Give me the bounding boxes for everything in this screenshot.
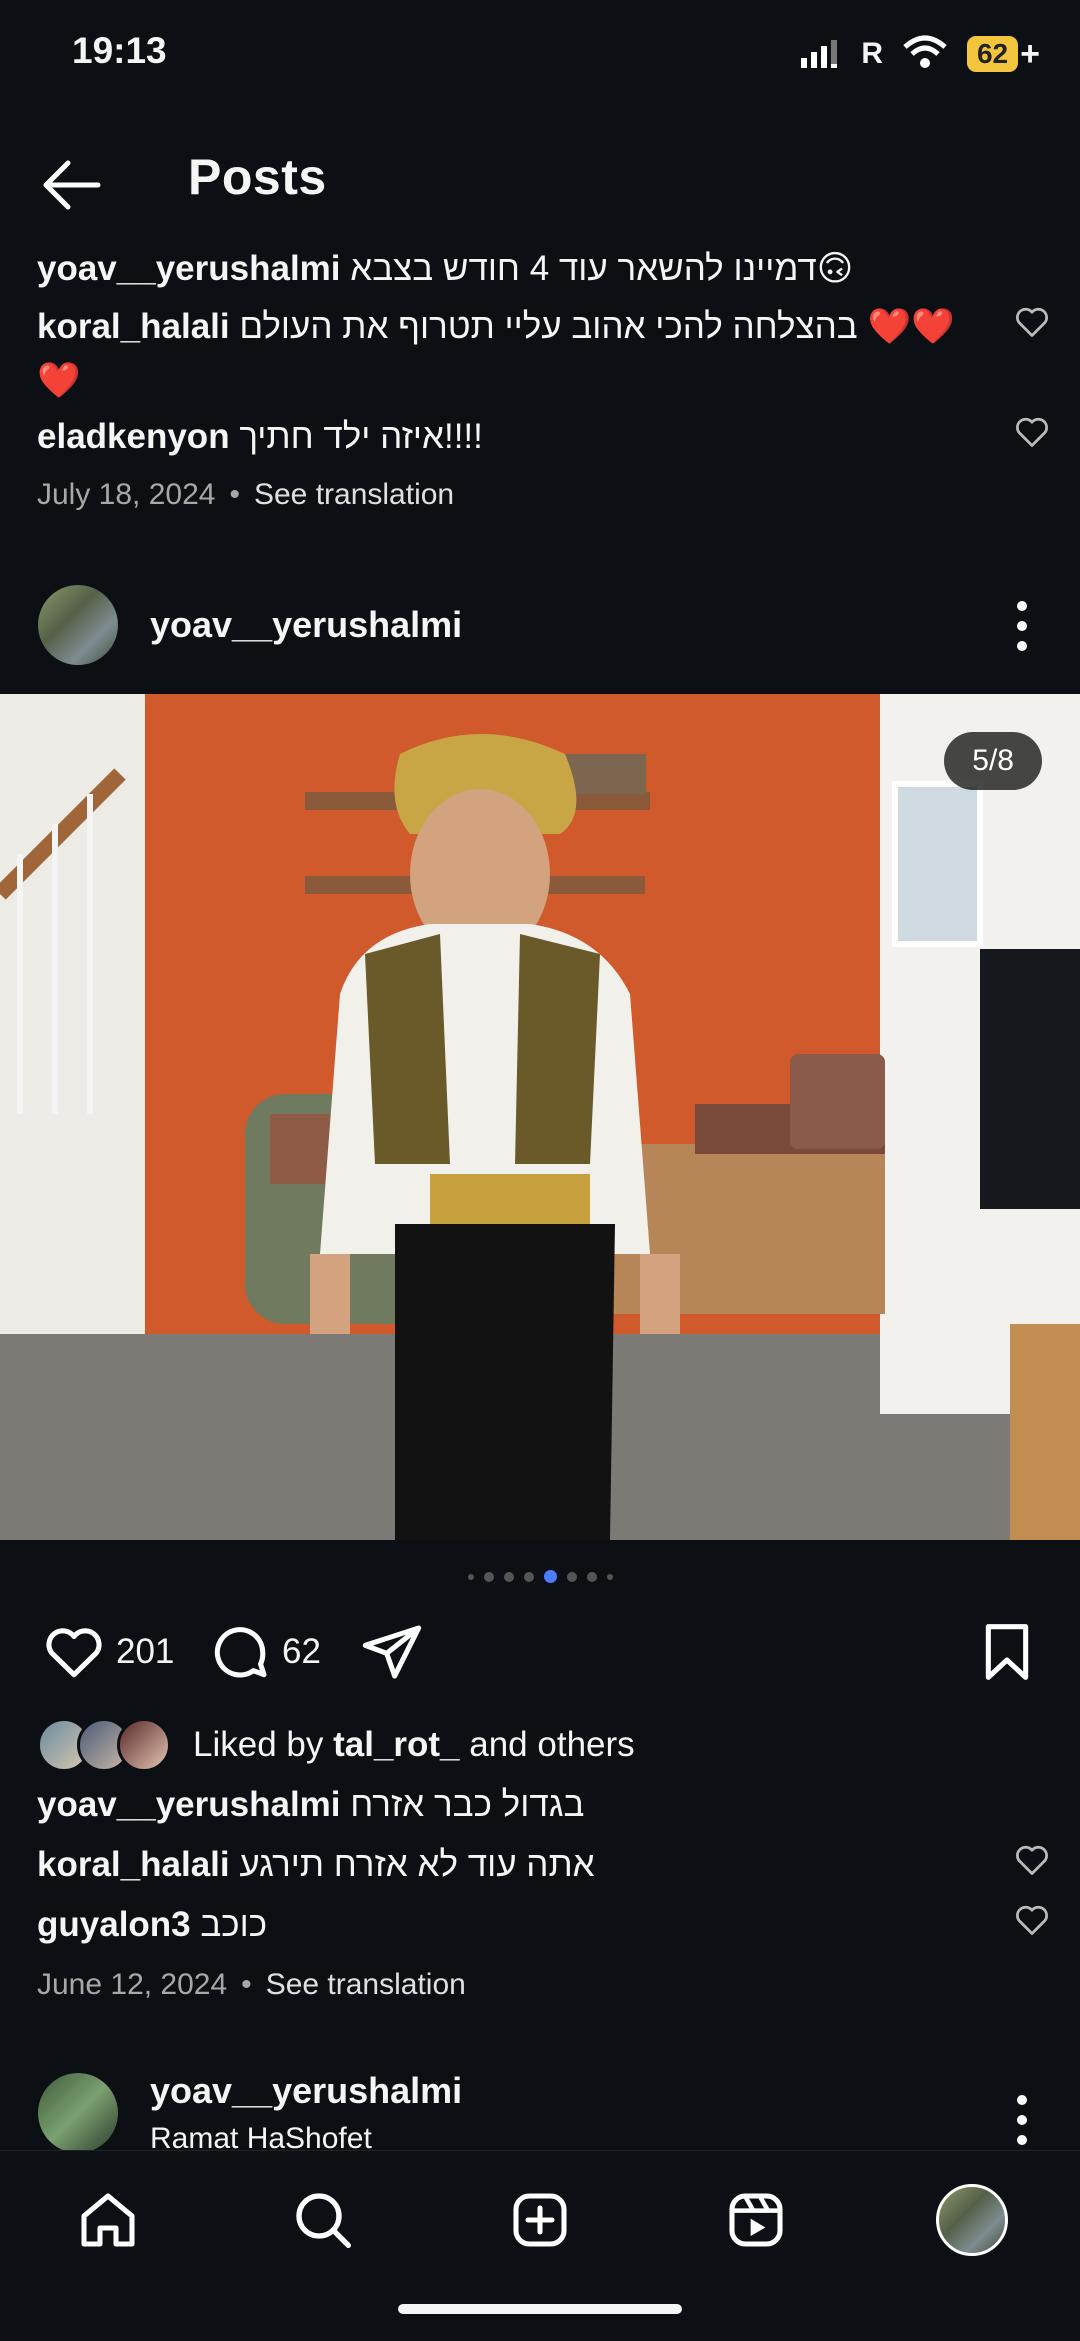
nav-search-button[interactable]: [283, 2180, 363, 2260]
carousel-counter: 5/8: [944, 732, 1042, 790]
home-icon: [81, 2193, 135, 2247]
signal-icon: R: [801, 37, 883, 71]
create-icon: [513, 2193, 567, 2247]
carousel-dot-active: [543, 1570, 557, 1583]
caption-username[interactable]: yoav__yerushalmi: [37, 249, 341, 288]
caption-username[interactable]: yoav__yerushalmi: [37, 1785, 341, 1824]
caption: yoav__yerushalmi בגדול כבר אזרח: [37, 1778, 967, 1832]
like-count[interactable]: 201: [116, 1632, 174, 1672]
page-title: Posts: [188, 149, 327, 205]
reels-icon: [729, 2193, 783, 2247]
search-icon: [296, 2193, 351, 2248]
liker-avatar: [117, 1718, 171, 1772]
comment-text: איזה ילד חתיך!!!!: [239, 417, 483, 456]
send-icon: [362, 1625, 422, 1679]
carousel-dot: [606, 1573, 613, 1580]
liked-by-username[interactable]: tal_rot_: [333, 1725, 459, 1764]
carousel-dot: [523, 1571, 534, 1582]
status-icons: R 62 +: [801, 30, 1040, 78]
caption-text: דמיינו להשאר עוד 4 חודש בצבא🙃: [350, 249, 854, 288]
status-time: 19:13: [72, 30, 167, 71]
nav-create-button[interactable]: [500, 2180, 580, 2260]
comment: eladkenyon איזה ילד חתיך!!!!: [37, 410, 967, 464]
like-button[interactable]: [42, 1620, 106, 1684]
post-meta: June 12, 2024 • See translation: [37, 1968, 466, 2001]
caption-text: בגדול כבר אזרח: [350, 1785, 585, 1824]
see-translation-link[interactable]: See translation: [254, 478, 454, 511]
nav-home-button[interactable]: [68, 2180, 148, 2260]
comment-like-heart-icon[interactable]: [1014, 414, 1050, 450]
comment-icon: [214, 1627, 267, 1678]
share-button[interactable]: [360, 1620, 424, 1684]
charging-icon: +: [1020, 34, 1040, 73]
comment-username[interactable]: koral_halali: [37, 307, 230, 346]
wifi-icon: [903, 35, 947, 74]
heart-icon: [46, 1628, 102, 1678]
carousel-dot: [503, 1571, 514, 1582]
profile-avatar: [936, 2184, 1008, 2256]
comment-like-heart-icon[interactable]: [1014, 304, 1050, 340]
see-translation-link[interactable]: See translation: [266, 1968, 466, 2001]
comment-text: אתה עוד לא אזרח תירגע: [239, 1845, 595, 1884]
post-actions: 201 62: [0, 1620, 1080, 1710]
comment: koral_halali אתה עוד לא אזרח תירגע: [37, 1838, 967, 1892]
battery-level: 62: [966, 36, 1019, 72]
home-indicator[interactable]: [398, 2304, 682, 2314]
save-button[interactable]: [975, 1620, 1039, 1684]
carousel-dots: [0, 1570, 1080, 1583]
comment-username[interactable]: eladkenyon: [37, 417, 230, 456]
comment-like-heart-icon[interactable]: [1014, 1842, 1050, 1878]
post-image[interactable]: [0, 694, 1080, 1540]
carousel-dot: [483, 1571, 494, 1582]
comment-text: כוכב: [200, 1905, 268, 1944]
comment-text-continued: ❤️: [37, 361, 81, 400]
comment-username[interactable]: koral_halali: [37, 1845, 230, 1884]
battery-indicator: 62 +: [966, 34, 1040, 74]
post-meta: July 18, 2024 • See translation: [37, 478, 455, 511]
post-username[interactable]: yoav__yerushalmi: [150, 2070, 462, 2112]
comment-text: בהצלחה להכי אהוב עליי תטרוף את העולם ❤️❤…: [239, 307, 955, 346]
comment-button[interactable]: [208, 1620, 272, 1684]
comment-count[interactable]: 62: [282, 1632, 321, 1672]
status-bar: 19:13 R 62 +: [0, 0, 1080, 110]
avatar[interactable]: [38, 2073, 118, 2153]
nav-reels-button[interactable]: [716, 2180, 796, 2260]
back-button[interactable]: [38, 155, 108, 215]
post-date: June 12, 2024: [37, 1968, 228, 2001]
avatar[interactable]: [38, 585, 118, 665]
caption: yoav__yerushalmi דמיינו להשאר עוד 4 חודש…: [37, 242, 967, 296]
comment-like-heart-icon[interactable]: [1014, 1902, 1050, 1938]
back-arrow-icon: [43, 160, 101, 210]
more-options-icon[interactable]: [1012, 596, 1032, 656]
network-type: R: [861, 37, 883, 70]
carousel-dot: [467, 1573, 474, 1580]
more-options-icon[interactable]: [1012, 2090, 1032, 2150]
carousel-dot: [566, 1571, 577, 1582]
carousel-dot: [586, 1571, 597, 1582]
comment-username[interactable]: guyalon3: [37, 1905, 191, 1944]
comment: guyalon3 כוכב: [37, 1898, 967, 1952]
post-username[interactable]: yoav__yerushalmi: [150, 604, 462, 646]
comment: koral_halali בהצלחה להכי אהוב עליי תטרוף…: [37, 300, 967, 408]
liked-by-row[interactable]: Liked by tal_rot_ and others: [37, 1715, 635, 1775]
post-date: July 18, 2024: [37, 478, 216, 511]
nav-profile-button[interactable]: [932, 2180, 1012, 2260]
bookmark-icon: [985, 1624, 1029, 1680]
liked-by-text: Liked by tal_rot_ and others: [193, 1725, 635, 1764]
